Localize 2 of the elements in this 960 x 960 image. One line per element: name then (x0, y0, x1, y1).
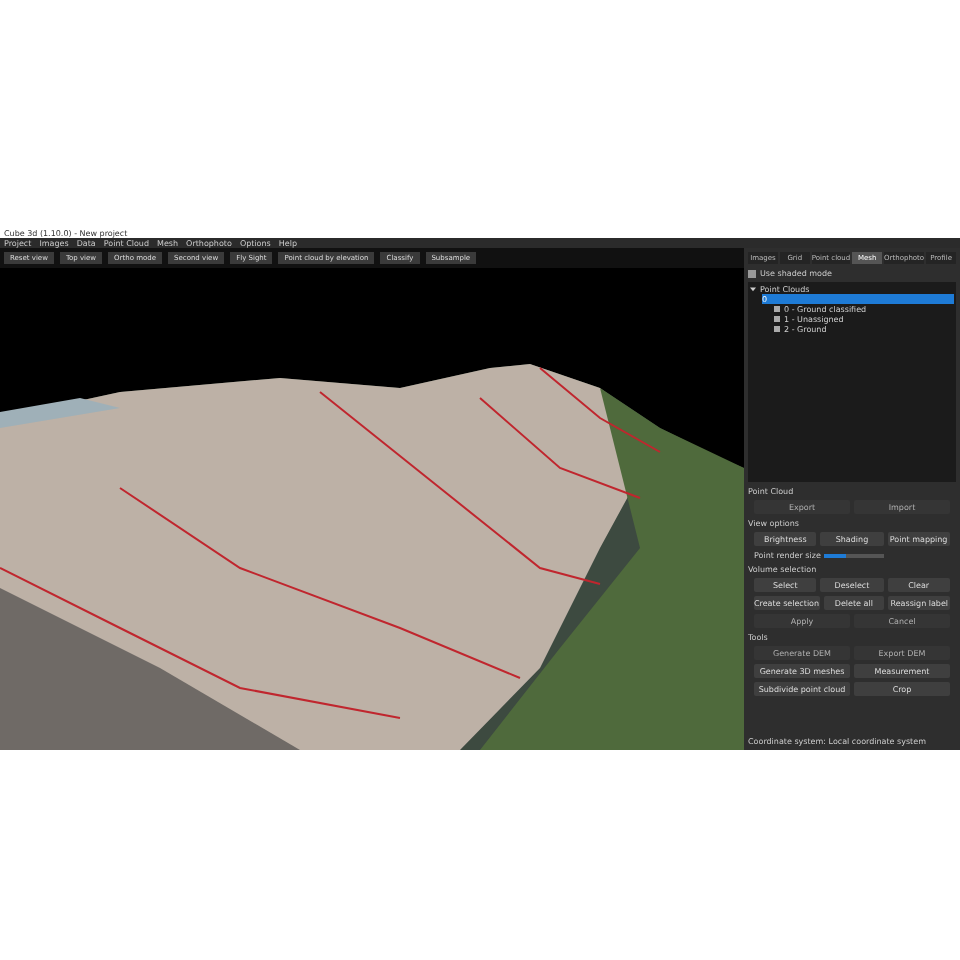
checkbox[interactable] (748, 269, 756, 277)
caret-icon[interactable] (750, 286, 756, 292)
